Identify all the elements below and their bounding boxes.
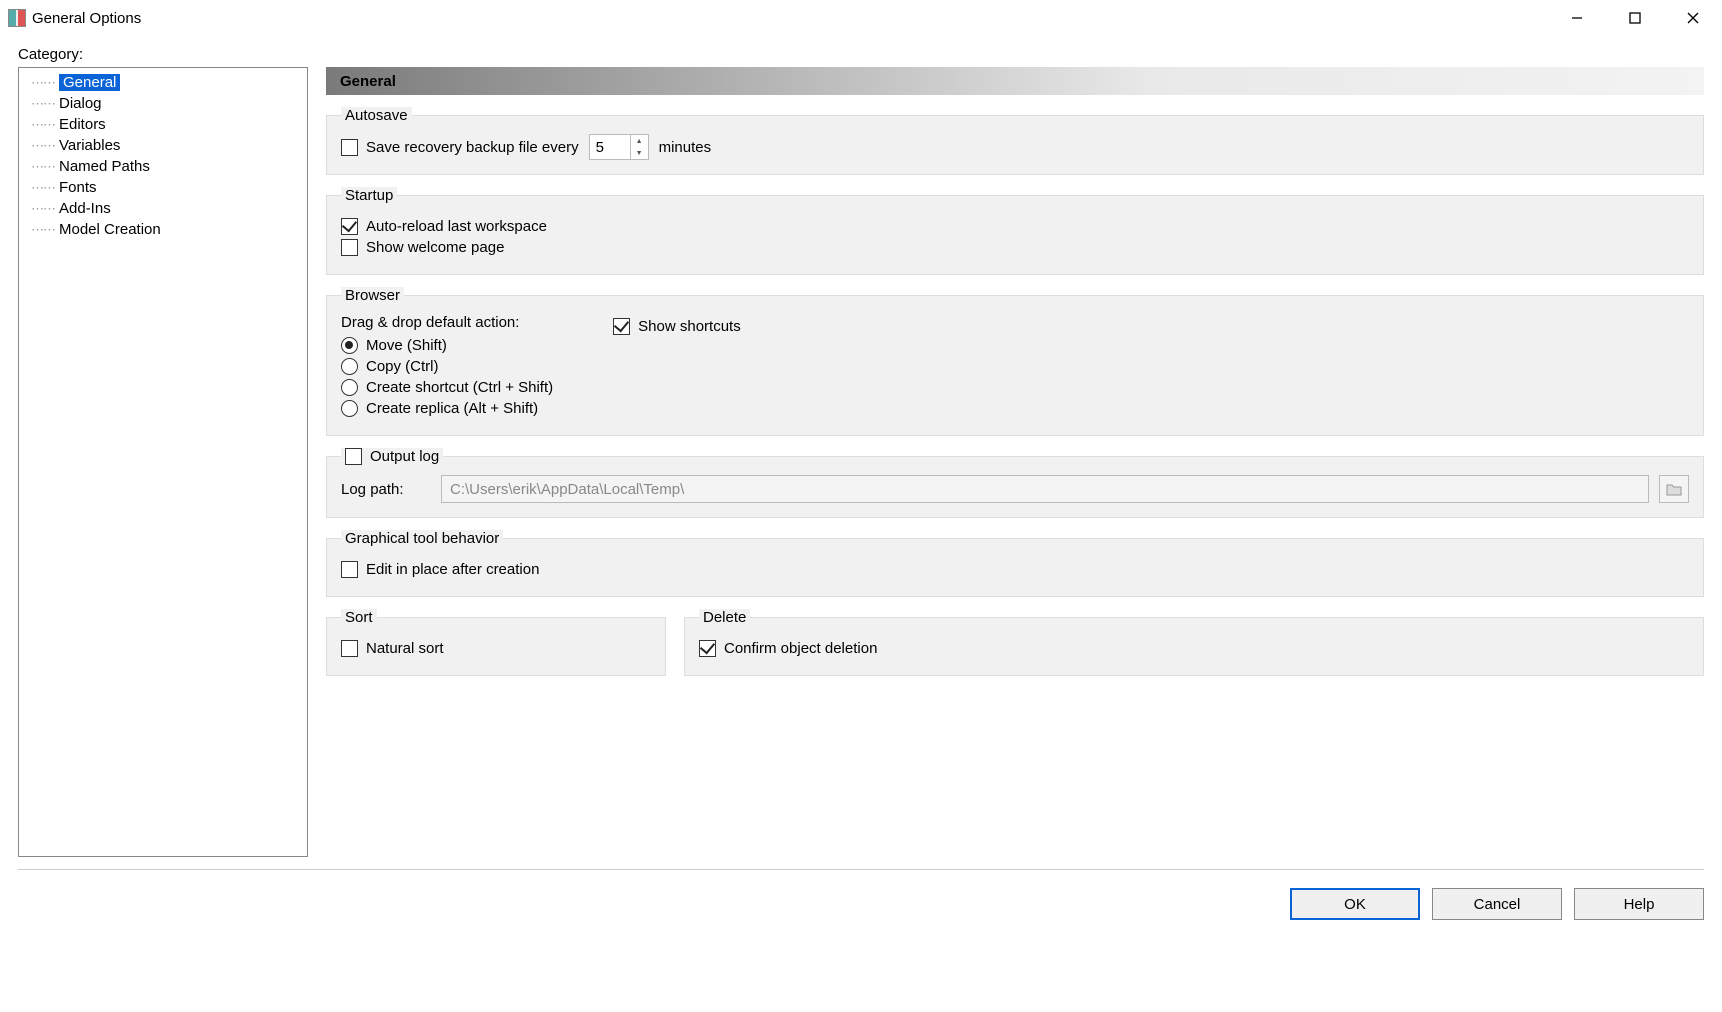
- tree-item-fonts[interactable]: ⋯⋯Fonts: [23, 177, 303, 198]
- output-log-checkbox[interactable]: Output log: [345, 448, 439, 465]
- autosave-legend: Autosave: [341, 107, 412, 124]
- ok-button[interactable]: OK: [1290, 888, 1420, 920]
- startup-group: Startup Auto-reload last workspace Show …: [326, 187, 1704, 275]
- autosave-checkbox[interactable]: Save recovery backup file every: [341, 139, 579, 156]
- window-title: General Options: [32, 10, 1548, 27]
- tree-dots-icon: ⋯⋯: [31, 96, 55, 112]
- graphical-group: Graphical tool behavior Edit in place af…: [326, 530, 1704, 597]
- title-bar: General Options: [0, 0, 1722, 36]
- browser-legend: Browser: [341, 287, 404, 304]
- help-button[interactable]: Help: [1574, 888, 1704, 920]
- delete-legend: Delete: [699, 609, 750, 626]
- tree-dots-icon: ⋯⋯: [31, 117, 55, 133]
- natural-sort-checkbox[interactable]: Natural sort: [341, 640, 651, 657]
- drag-drop-radio-1[interactable]: Copy (Ctrl): [341, 358, 553, 375]
- tree-item-general[interactable]: ⋯⋯General: [23, 72, 303, 93]
- delete-group: Delete Confirm object deletion: [684, 609, 1704, 676]
- dialog-buttons: OK Cancel Help: [0, 870, 1722, 920]
- show-shortcuts-checkbox[interactable]: Show shortcuts: [613, 318, 741, 335]
- category-tree[interactable]: ⋯⋯General⋯⋯Dialog⋯⋯Editors⋯⋯Variables⋯⋯N…: [18, 67, 308, 857]
- drag-drop-radio-3[interactable]: Create replica (Alt + Shift): [341, 400, 553, 417]
- output-log-group: Output log Log path:: [326, 448, 1704, 518]
- log-path-label: Log path:: [341, 481, 431, 498]
- confirm-delete-checkbox[interactable]: Confirm object deletion: [699, 640, 1689, 657]
- autosave-group: Autosave Save recovery backup file every…: [326, 107, 1704, 175]
- tree-item-model-creation[interactable]: ⋯⋯Model Creation: [23, 219, 303, 240]
- autosave-interval-input[interactable]: [590, 135, 630, 159]
- maximize-button[interactable]: [1606, 0, 1664, 36]
- tree-dots-icon: ⋯⋯: [31, 75, 55, 91]
- spinner-down-icon[interactable]: ▼: [631, 147, 648, 159]
- category-label: Category:: [18, 46, 1704, 63]
- sort-group: Sort Natural sort: [326, 609, 666, 676]
- tree-dots-icon: ⋯⋯: [31, 138, 55, 154]
- startup-legend: Startup: [341, 187, 397, 204]
- autosave-interval-spinner[interactable]: ▲ ▼: [589, 134, 649, 160]
- content-panel: General Autosave Save recovery backup fi…: [326, 67, 1704, 857]
- edit-in-place-checkbox[interactable]: Edit in place after creation: [341, 561, 1689, 578]
- drag-drop-label: Drag & drop default action:: [341, 314, 553, 331]
- auto-reload-checkbox[interactable]: Auto-reload last workspace: [341, 218, 1689, 235]
- app-icon: [8, 9, 26, 27]
- tree-item-add-ins[interactable]: ⋯⋯Add-Ins: [23, 198, 303, 219]
- tree-item-dialog[interactable]: ⋯⋯Dialog: [23, 93, 303, 114]
- autosave-unit: minutes: [659, 139, 712, 156]
- tree-item-editors[interactable]: ⋯⋯Editors: [23, 114, 303, 135]
- tree-item-named-paths[interactable]: ⋯⋯Named Paths: [23, 156, 303, 177]
- tree-dots-icon: ⋯⋯: [31, 222, 55, 238]
- tree-dots-icon: ⋯⋯: [31, 201, 55, 217]
- tree-dots-icon: ⋯⋯: [31, 180, 55, 196]
- close-button[interactable]: [1664, 0, 1722, 36]
- drag-drop-radio-2[interactable]: Create shortcut (Ctrl + Shift): [341, 379, 553, 396]
- drag-drop-radio-0[interactable]: Move (Shift): [341, 337, 553, 354]
- spinner-up-icon[interactable]: ▲: [631, 135, 648, 147]
- log-path-input[interactable]: [441, 475, 1649, 503]
- graphical-legend: Graphical tool behavior: [341, 530, 503, 547]
- browse-folder-button[interactable]: [1659, 475, 1689, 503]
- cancel-button[interactable]: Cancel: [1432, 888, 1562, 920]
- tree-dots-icon: ⋯⋯: [31, 159, 55, 175]
- section-header: General: [326, 67, 1704, 95]
- browser-group: Browser Drag & drop default action: Move…: [326, 287, 1704, 436]
- show-welcome-checkbox[interactable]: Show welcome page: [341, 239, 1689, 256]
- minimize-button[interactable]: [1548, 0, 1606, 36]
- sort-legend: Sort: [341, 609, 377, 626]
- tree-item-variables[interactable]: ⋯⋯Variables: [23, 135, 303, 156]
